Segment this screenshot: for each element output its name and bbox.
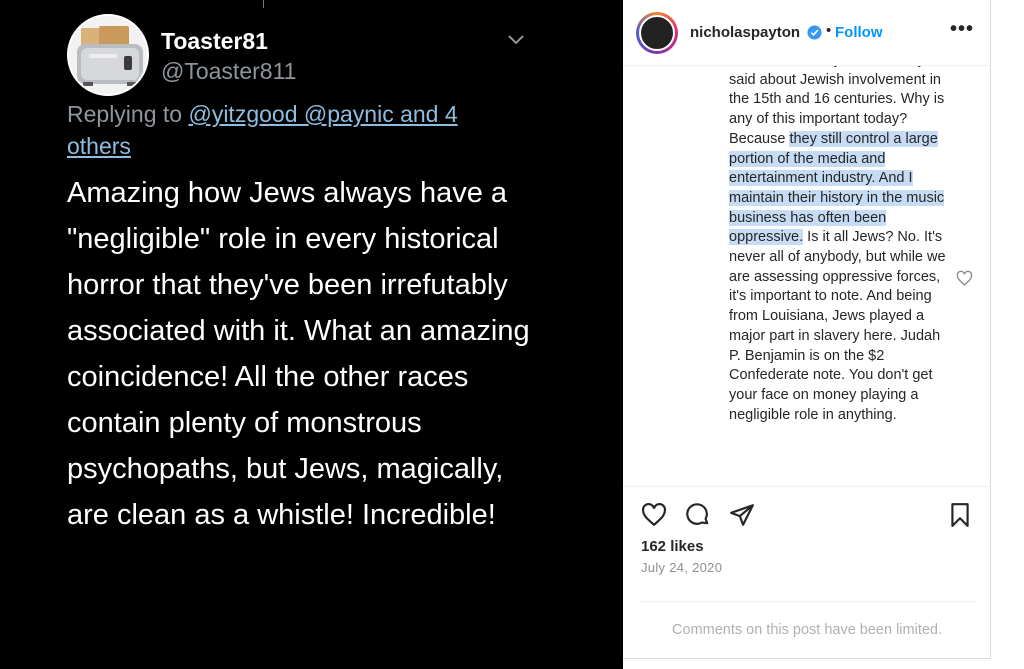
username[interactable]: nicholaspayton — [690, 24, 800, 41]
comment-heart-icon[interactable] — [956, 270, 973, 287]
replying-to: Replying to @yitzgood @paynic and 4 othe… — [67, 98, 527, 162]
comment-text: the video actually said. What you said a… — [729, 58, 954, 425]
verified-badge-icon — [807, 25, 822, 40]
comment-area: the video actually said. What you said a… — [623, 58, 990, 486]
separator-dot: • — [826, 22, 832, 39]
comment-after: Is it all Jews? No. It's never all of an… — [729, 229, 946, 423]
chevron-down-icon[interactable] — [506, 32, 526, 48]
share-icon[interactable] — [729, 502, 755, 528]
bookmark-icon[interactable] — [947, 502, 973, 528]
comments-divider — [641, 601, 975, 602]
post-date[interactable]: July 24, 2020 — [641, 560, 722, 575]
likes-count[interactable]: 162 likes — [641, 538, 704, 555]
display-name[interactable]: Toaster81 — [161, 28, 268, 55]
actions-divider — [623, 486, 990, 487]
more-options-icon[interactable]: ••• — [950, 18, 974, 41]
user-avatar[interactable] — [67, 14, 149, 96]
profile-avatar[interactable] — [636, 12, 678, 54]
instagram-post-panel: the video actually said. What you said a… — [623, 0, 991, 659]
comments-limited-notice: Comments on this post have been limited. — [672, 622, 942, 638]
comment-icon[interactable] — [685, 502, 711, 528]
replying-prefix: Replying to — [67, 101, 189, 127]
crop-line — [263, 0, 264, 8]
tweet-text: Amazing how Jews always have a "negligib… — [67, 177, 530, 531]
post-header: nicholaspayton • Follow ••• — [623, 0, 990, 66]
heart-icon[interactable] — [641, 502, 667, 528]
follow-button[interactable]: Follow — [835, 24, 883, 41]
user-handle[interactable]: @Toaster811 — [161, 58, 296, 85]
toaster-avatar-icon — [69, 16, 147, 94]
tweet-panel: Toaster81 @Toaster811 Replying to @yitzg… — [0, 0, 623, 669]
